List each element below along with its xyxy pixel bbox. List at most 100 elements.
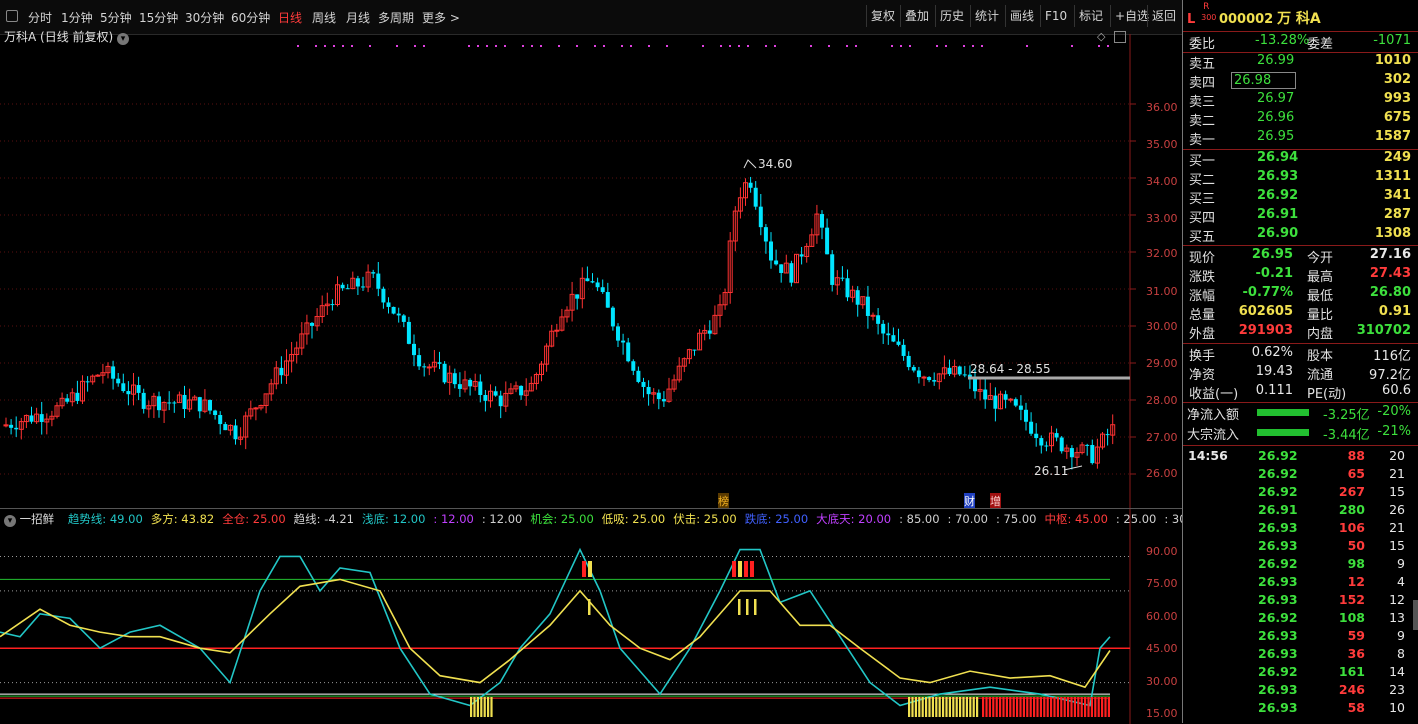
dixi-signal-bar [945, 697, 948, 717]
draw-button[interactable]: 画线 [1005, 5, 1038, 27]
tick-row[interactable]: 26.93 58 10 [1183, 700, 1415, 718]
tab-period-multi[interactable]: 多周期 [378, 9, 414, 26]
tick-row[interactable]: 26.93 50 15 [1183, 538, 1415, 556]
candle-body [932, 380, 937, 382]
history-button[interactable]: 历史 [935, 5, 968, 27]
tick-row[interactable]: 26.92 108 13 [1183, 610, 1415, 628]
signal-dot [315, 45, 317, 47]
tab-period-5min[interactable]: 5分钟 [100, 9, 132, 26]
tab-period-daily[interactable]: 日线 [278, 9, 302, 26]
tab-period-30min[interactable]: 30分钟 [185, 9, 224, 26]
candle-body [452, 373, 457, 385]
marker-zeng[interactable]: 增 [990, 493, 1001, 509]
tab-period-60min[interactable]: 60分钟 [231, 9, 270, 26]
flow-row: 大宗流入 -3.44亿 -21% [1183, 424, 1415, 443]
window-menu-icon[interactable] [6, 10, 18, 22]
tick-row[interactable]: 26.93 152 12 [1183, 592, 1415, 610]
signal-dot [1071, 45, 1073, 47]
price-tick: 30.00 [1146, 320, 1178, 333]
quancang-signal-bar [985, 697, 988, 717]
tick-row[interactable]: 14:56 26.92 88 20 [1183, 448, 1415, 466]
signal-dot [540, 45, 542, 47]
flow-pct: -20% [1377, 404, 1411, 419]
stat-row: 净资 19.43 流通 97.2亿 [1183, 364, 1415, 383]
candle-body [376, 273, 381, 289]
tick-volume: 161 [1338, 664, 1365, 679]
candle-body [916, 370, 921, 378]
bid-volume: 249 [1383, 150, 1411, 165]
tab-period-fenshi[interactable]: 分时 [28, 9, 52, 26]
tick-row[interactable]: 26.92 65 21 [1183, 466, 1415, 484]
tick-row[interactable]: 26.92 267 15 [1183, 484, 1415, 502]
tab-period-more[interactable]: 更多 > [422, 9, 460, 26]
tick-row[interactable]: 26.93 246 23 [1183, 682, 1415, 700]
quote-panel: L R 300 000002 万 科A 委比 -13.28% 委差 -1071 … [1182, 0, 1418, 723]
signal-dot [468, 45, 470, 47]
signal-dot [621, 45, 623, 47]
mark-button[interactable]: 标记 [1074, 5, 1107, 27]
stat-value: 0.111 [1255, 383, 1293, 398]
tab-period-1min[interactable]: 1分钟 [61, 9, 93, 26]
bid-label: 买五 [1189, 230, 1216, 245]
indicator-tick: 45.00 [1146, 642, 1178, 655]
tab-period-15min[interactable]: 15分钟 [139, 9, 178, 26]
quancang-signal-bar [1060, 697, 1063, 717]
lowbuy-signal-bar [738, 599, 741, 615]
candle-body [136, 385, 141, 393]
price-tick: 29.00 [1146, 357, 1178, 370]
signal-dot [738, 45, 740, 47]
buy-signal-bar [582, 561, 586, 577]
candle-body [626, 342, 631, 362]
price-tick: 35.00 [1146, 138, 1178, 151]
signal-dot [576, 45, 578, 47]
scrollbar[interactable] [1413, 600, 1418, 630]
tick-row[interactable]: 26.92 161 14 [1183, 664, 1415, 682]
quancang-signal-bar [1097, 697, 1100, 717]
f10-button[interactable]: F10 [1040, 5, 1071, 27]
back-button[interactable]: 返回 [1147, 5, 1180, 27]
candle-body [845, 278, 850, 298]
tick-volume: 98 [1347, 556, 1365, 571]
marker-bang[interactable]: 榜 [718, 493, 729, 509]
quancang-signal-bar [1019, 697, 1022, 717]
indicator-panel[interactable]: ▾ 一招鲜 趋势线: 49.00 多方: 43.82 全仓: 25.00 趋线: -4… [0, 508, 1187, 724]
signal-dot [648, 45, 650, 47]
candle-body [1044, 445, 1049, 447]
signal-dot [351, 45, 353, 47]
tick-row[interactable]: 26.93 12 4 [1183, 574, 1415, 592]
stat-label: 今开 [1307, 251, 1334, 266]
candle-body [600, 287, 605, 293]
adjust-button[interactable]: 复权 [866, 5, 899, 27]
indicator-tick: 30.00 [1146, 675, 1178, 688]
stats-button[interactable]: 统计 [970, 5, 1003, 27]
high-price-label: 34.60 [758, 157, 793, 171]
marker-cai[interactable]: 财 [964, 493, 975, 509]
candle-body [39, 414, 44, 422]
tab-period-monthly[interactable]: 月线 [346, 9, 370, 26]
tick-row[interactable]: 26.92 98 9 [1183, 556, 1415, 574]
tab-period-weekly[interactable]: 周线 [312, 9, 336, 26]
tick-row[interactable]: 26.93 59 9 [1183, 628, 1415, 646]
dixi-signal-bar [480, 697, 483, 717]
candle-body [692, 349, 697, 351]
tick-row[interactable]: 26.93 106 21 [1183, 520, 1415, 538]
stat-value: -0.21 [1255, 266, 1293, 281]
trend-line [0, 547, 1111, 707]
candle-body [422, 366, 427, 368]
kline-chart[interactable]: 万科A (日线 前复权) ▾ ◇ 36.00 35.00 34.00 33.00… [0, 30, 1182, 509]
signal-dot [909, 45, 911, 47]
candle-body [478, 381, 483, 396]
tick-row[interactable]: 26.91 280 26 [1183, 502, 1415, 520]
candle-body [233, 425, 238, 440]
candle-body [442, 363, 447, 383]
stat-value: 19.43 [1255, 364, 1293, 379]
tick-count: 4 [1397, 574, 1405, 589]
market-prefix-l: L [1187, 12, 1196, 27]
overlay-button[interactable]: 叠加 [900, 5, 933, 27]
stat-label: 净资 [1189, 368, 1216, 383]
tick-volume: 65 [1347, 466, 1365, 481]
candle-body [605, 292, 610, 308]
tick-row[interactable]: 26.93 36 8 [1183, 646, 1415, 664]
signal-dot [729, 45, 731, 47]
quancang-signal-bar [1090, 697, 1093, 717]
